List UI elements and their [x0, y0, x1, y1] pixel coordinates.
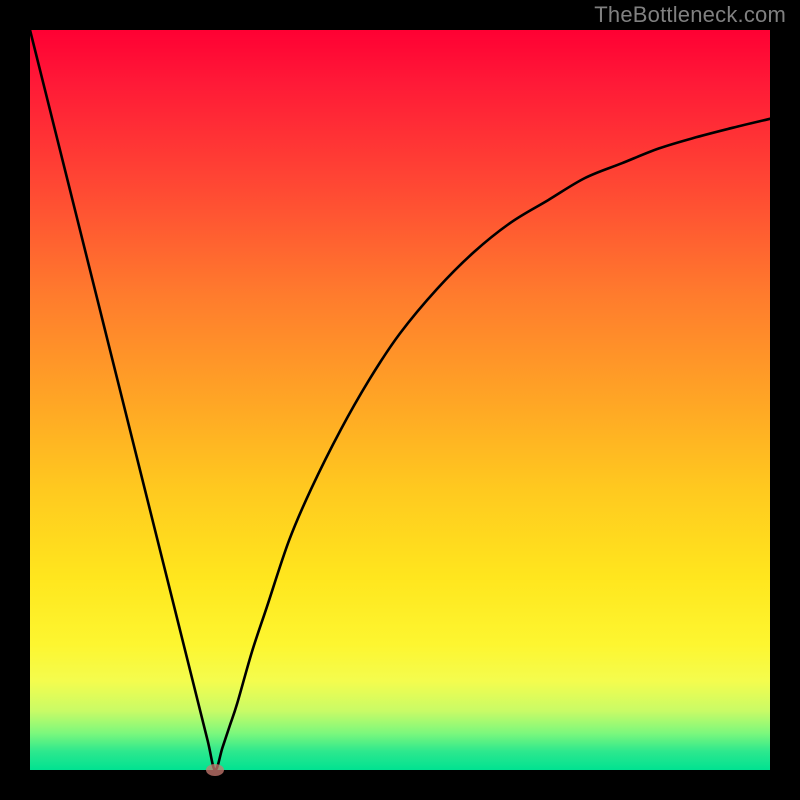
chart-frame: TheBottleneck.com [0, 0, 800, 800]
bottleneck-curve [30, 30, 770, 770]
curve-svg [30, 30, 770, 770]
minimum-marker [206, 764, 224, 776]
plot-area [30, 30, 770, 770]
watermark-text: TheBottleneck.com [594, 2, 786, 28]
